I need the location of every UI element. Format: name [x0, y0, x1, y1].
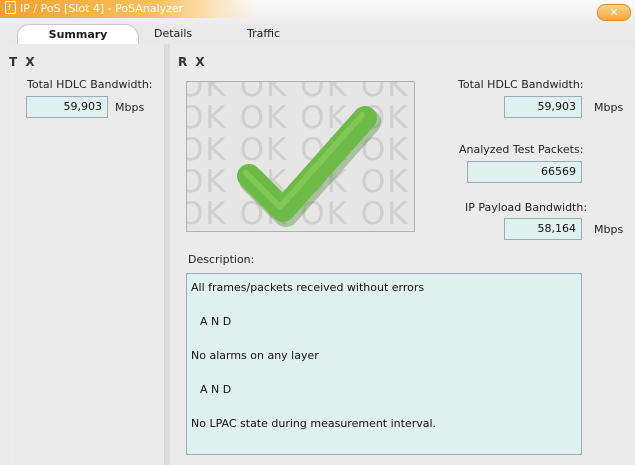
tx-panel: T X Total HDLC Bandwidth: 59,903 Mbps — [9, 44, 165, 465]
title-bar: IP / PoS [Slot 4] - PoSAnalyzer ✕ — [0, 0, 635, 24]
window-title: IP / PoS [Slot 4] - PoSAnalyzer — [20, 2, 184, 15]
rx-total-hdlc-unit: Mbps — [594, 101, 624, 114]
close-icon: ✕ — [609, 6, 619, 19]
tab-traffic[interactable]: Traffic — [247, 24, 280, 44]
checkmark-icon — [237, 106, 381, 227]
rx-ip-payload-value: 58,164 — [504, 218, 582, 240]
tab-summary[interactable]: Summary — [17, 24, 139, 45]
rx-analyzed-packets-label: Analyzed Test Packets: — [459, 143, 584, 156]
ok-status-image: OK OK OK OK OK OK OK OK OK OK OK OK OK O… — [186, 81, 415, 232]
window-title-tab: IP / PoS [Slot 4] - PoSAnalyzer — [0, 0, 258, 18]
description-box: All frames/packets received without erro… — [186, 273, 582, 455]
description-line: All frames/packets received without erro… — [191, 281, 425, 294]
description-label: Description: — [188, 253, 255, 266]
rx-ip-payload-label: IP Payload Bandwidth: — [465, 201, 588, 214]
tx-unit: Mbps — [115, 101, 145, 114]
rx-analyzed-packets-value: 66569 — [467, 161, 582, 183]
tx-total-hdlc-value: 59,903 — [26, 96, 108, 118]
close-button[interactable]: ✕ — [597, 4, 631, 21]
rx-total-hdlc-value: 59,903 — [504, 96, 582, 118]
tx-header: T X — [9, 55, 37, 69]
description-line: A N D — [200, 315, 232, 328]
description-line: No alarms on any layer — [191, 349, 319, 362]
rx-total-hdlc-label: Total HDLC Bandwidth: — [458, 78, 584, 91]
rx-panel: R X OK OK OK OK OK OK OK OK OK OK OK OK … — [170, 44, 635, 465]
tab-details[interactable]: Details — [154, 24, 192, 44]
description-line: A N D — [200, 383, 232, 396]
rx-ip-payload-unit: Mbps — [594, 223, 624, 236]
rx-header: R X — [178, 55, 207, 69]
tab-bar: Summary Details Traffic — [0, 24, 635, 45]
window-icon — [5, 1, 16, 14]
description-line: No LPAC state during measurement interva… — [191, 417, 437, 430]
tx-total-hdlc-label: Total HDLC Bandwidth: — [27, 78, 153, 91]
